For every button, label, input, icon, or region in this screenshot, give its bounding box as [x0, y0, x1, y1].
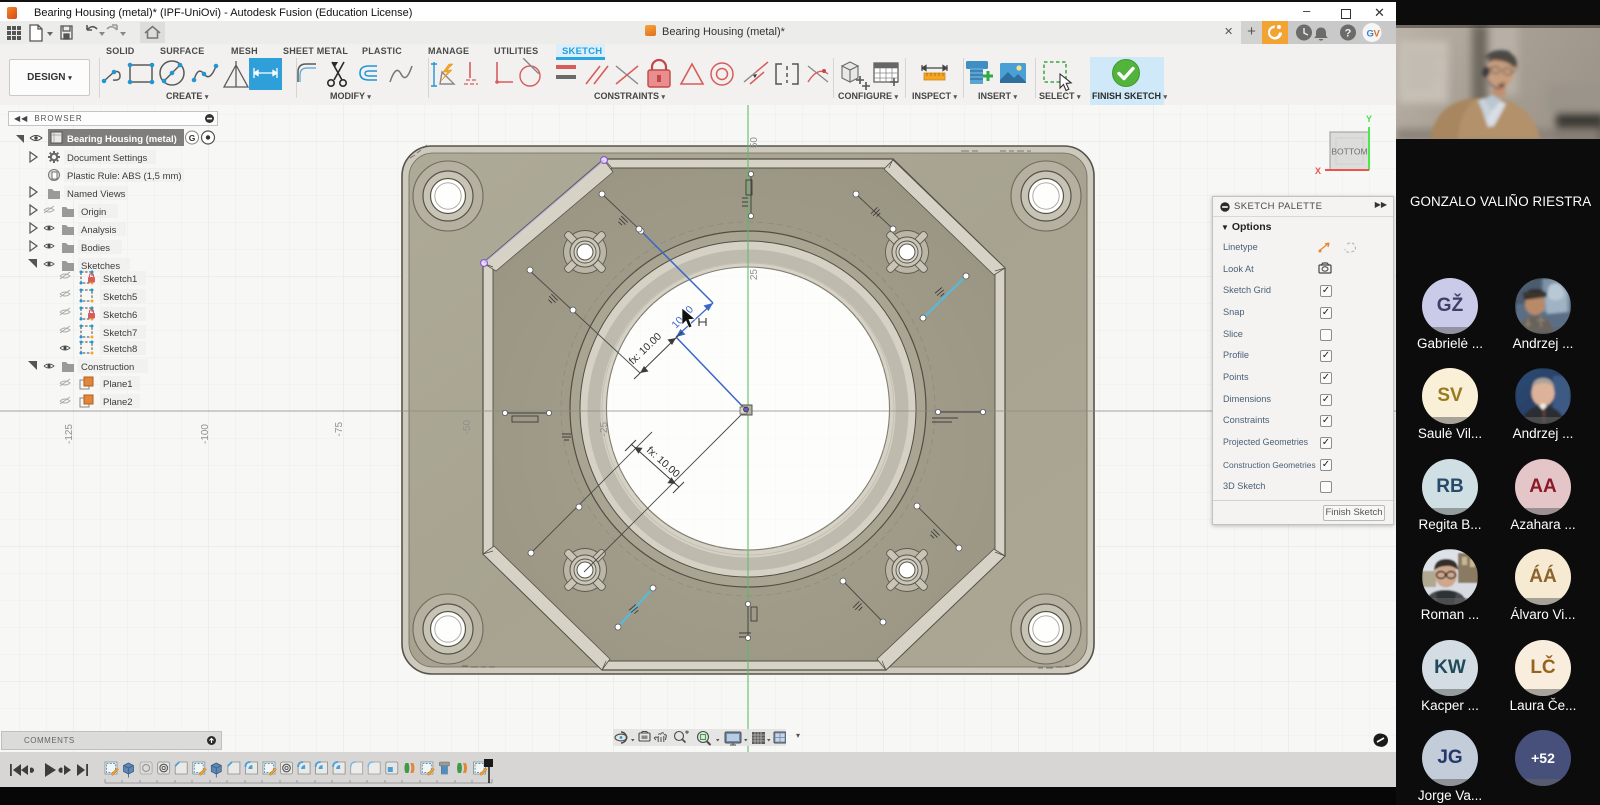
- svg-text:Sketch1: Sketch1: [103, 274, 137, 285]
- svg-text:Analysis: Analysis: [81, 225, 117, 236]
- svg-text:Sketches: Sketches: [81, 261, 120, 272]
- svg-text:-125: -125: [64, 424, 75, 444]
- svg-text:G: G: [189, 133, 196, 143]
- svg-text:Sketch5: Sketch5: [103, 292, 137, 303]
- svg-text:Sketch7: Sketch7: [103, 328, 137, 339]
- svg-text:Plane2: Plane2: [103, 397, 133, 408]
- svg-text:Document Settings: Document Settings: [67, 153, 148, 164]
- svg-text:25: 25: [749, 269, 760, 281]
- svg-text:Bearing Housing (metal): Bearing Housing (metal): [67, 134, 177, 145]
- svg-text:-50: -50: [462, 420, 473, 435]
- svg-text:-75: -75: [334, 422, 345, 437]
- svg-text:Y: Y: [1366, 114, 1372, 124]
- svg-text:Bodies: Bodies: [81, 243, 110, 254]
- svg-text:Named Views: Named Views: [67, 189, 126, 200]
- svg-text:Sketch8: Sketch8: [103, 344, 137, 355]
- svg-text:Origin: Origin: [81, 207, 106, 218]
- svg-text:Construction: Construction: [81, 362, 134, 373]
- svg-text:V: V: [1374, 29, 1381, 40]
- svg-text:BOTTOM: BOTTOM: [1331, 147, 1367, 157]
- svg-text:Plastic Rule: ABS (1,5 mm): Plastic Rule: ABS (1,5 mm): [67, 171, 182, 182]
- svg-text:Plane1: Plane1: [103, 379, 133, 390]
- svg-text:-25: -25: [599, 422, 610, 437]
- svg-text:Sketch6: Sketch6: [103, 310, 137, 321]
- svg-text:?: ?: [1345, 28, 1352, 40]
- svg-text:X: X: [1315, 166, 1321, 176]
- svg-text:-100: -100: [200, 424, 211, 444]
- svg-text:50: 50: [749, 137, 760, 149]
